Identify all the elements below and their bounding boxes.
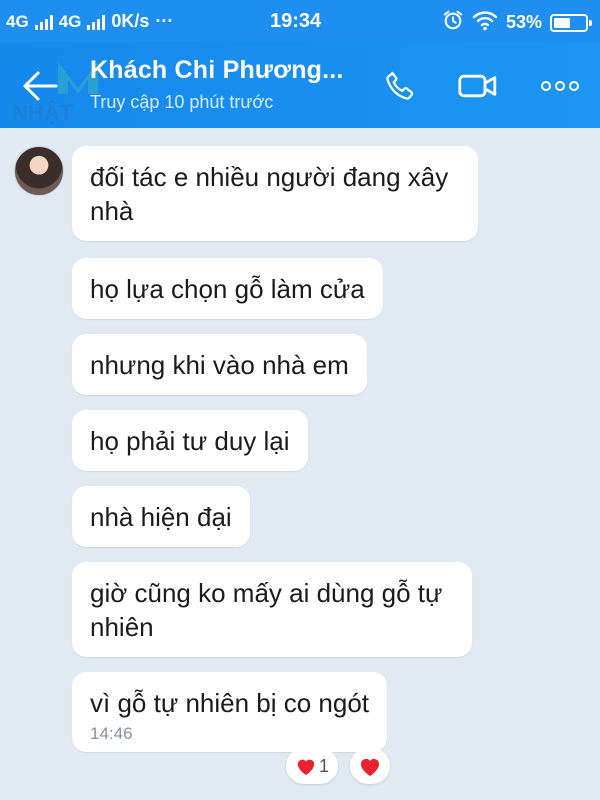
status-bar: 4G 4G 0K/s ··· 19:34 53% [0,0,600,42]
chat-header: NHẬT Khách Chi Phương... Truy cập 10 phú… [0,42,600,128]
message-text: nhà hiện đại [90,502,232,532]
wifi-icon [472,9,498,36]
clock: 19:34 [270,10,322,32]
message-text: họ phải tư duy lại [90,426,290,456]
alarm-icon [442,9,464,36]
reaction-count-badge[interactable]: 1 [286,748,338,784]
reaction-count: 1 [318,755,329,776]
last-seen: Truy cập 10 phút trước [90,92,274,112]
more-icon [541,81,579,91]
status-left: 4G 4G 0K/s ··· [6,11,173,32]
message-time: 14:46 [90,724,133,743]
message-text: vì gỗ tự nhiên bị co ngót [90,688,370,718]
phone-icon [386,71,414,100]
call-button[interactable] [378,64,422,108]
video-call-button[interactable] [456,64,500,108]
battery-percent: 53% [505,12,542,32]
heart-icon [361,759,379,776]
message-bubble[interactable]: vì gỗ tự nhiên bị co ngót 14:46 [72,672,388,752]
network-type-1: 4G [6,11,29,31]
heart-icon [297,759,315,776]
message-bubble[interactable]: đối tác e nhiều người đang xây nhà [72,146,478,241]
more-notifications-icon: ··· [155,11,174,31]
message-text: giờ cũng ko mấy ai dùng gỗ tự nhiên [90,578,443,642]
battery-icon [550,13,592,32]
battery-fill [554,17,570,28]
signal-icon-2 [87,14,106,30]
message-bubble[interactable]: giờ cũng ko mấy ai dùng gỗ tự nhiên [72,562,472,657]
message-text: nhưng khi vào nhà em [90,350,349,380]
message-text: đối tác e nhiều người đang xây nhà [90,162,449,226]
signal-icon [34,14,53,30]
message-bubble[interactable]: họ phải tư duy lại [72,410,308,471]
status-right: 53% [442,9,592,36]
message-text: họ lựa chọn gỗ làm cửa [90,274,365,304]
message-bubble[interactable]: họ lựa chọn gỗ làm cửa [72,258,383,319]
contact-avatar[interactable] [14,146,64,196]
network-type-2: 4G [58,11,82,31]
contact-name[interactable]: Khách Chi Phương... [90,56,344,85]
back-arrow-icon [23,71,58,101]
message-bubble[interactable]: nhà hiện đại [72,486,250,547]
video-call-icon [458,74,497,98]
react-heart-button[interactable] [350,748,390,784]
network-speed: 0K/s [111,11,150,31]
message-bubble[interactable]: nhưng khi vào nhà em [72,334,367,395]
more-button[interactable] [538,64,582,108]
back-button[interactable] [18,64,62,108]
